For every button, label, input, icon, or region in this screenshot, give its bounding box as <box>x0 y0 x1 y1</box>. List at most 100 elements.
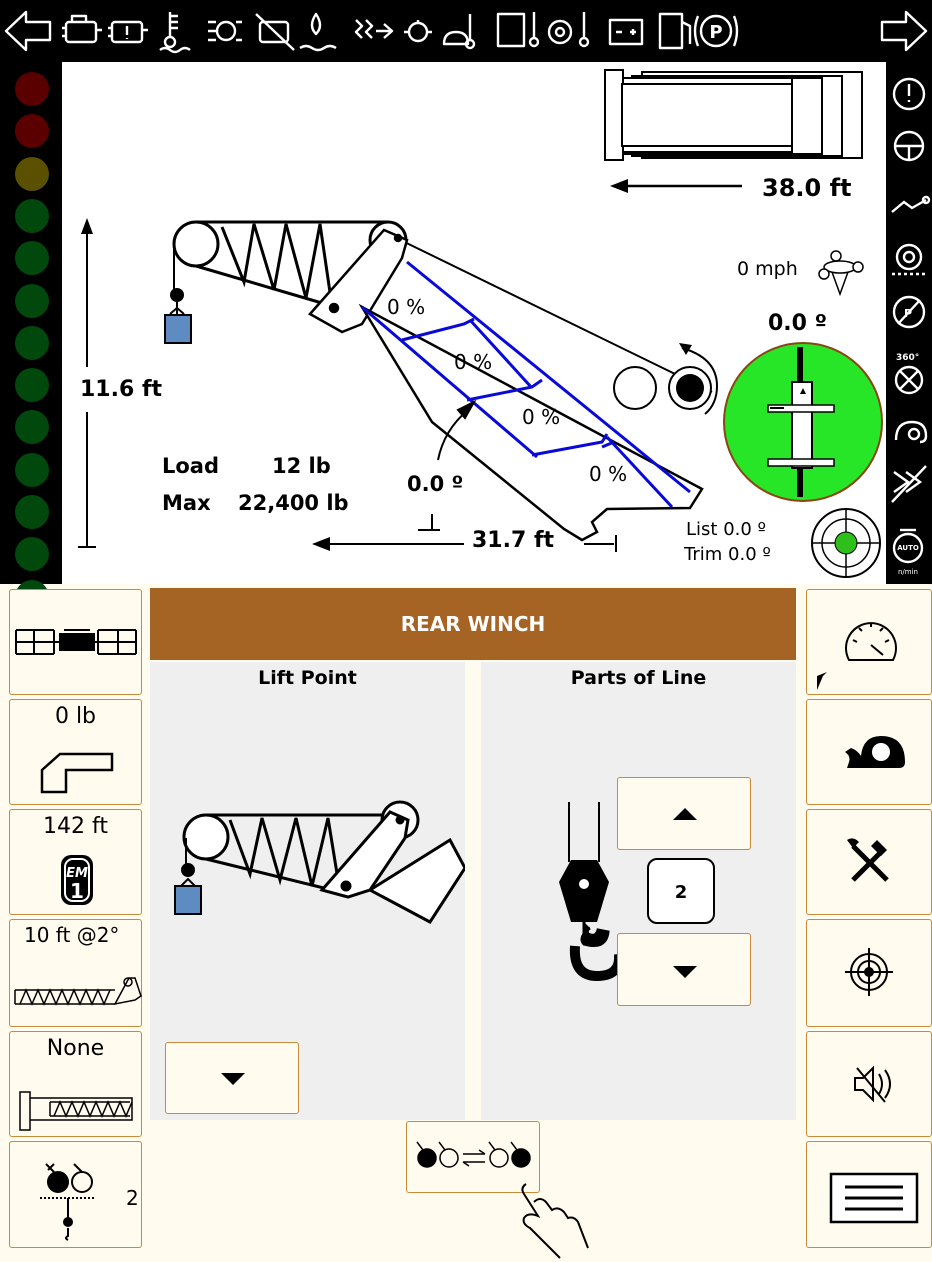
parts-decrease-button[interactable] <box>617 933 751 1006</box>
boom-angle-label: 0.0 º <box>407 472 464 496</box>
level-indicator <box>723 342 883 502</box>
touch-hand-icon <box>521 1183 589 1259</box>
left-arrow-icon[interactable] <box>4 10 52 52</box>
warning-lamp <box>15 495 49 529</box>
creep-speed-button[interactable] <box>806 699 932 805</box>
section-2-label: 0 % <box>454 350 493 374</box>
jib-button[interactable]: 10 ft @2° <box>9 919 142 1027</box>
creep-speed-icon <box>894 420 928 444</box>
status-bar: P <box>0 0 932 62</box>
section-4-label: 0 % <box>589 462 628 486</box>
svg-text:360°: 360° <box>896 353 919 363</box>
hydraulic-temp-icon <box>496 12 540 48</box>
winch-drums <box>613 343 719 415</box>
warning-lamp <box>15 114 49 149</box>
function-lockout-icon <box>891 465 927 503</box>
chevron-down-icon <box>221 1073 245 1085</box>
section-1-label: 0 % <box>387 295 426 319</box>
svg-text:1: 1 <box>70 879 84 903</box>
warning-lamp <box>15 156 49 191</box>
boom-insert-icon <box>19 1091 133 1131</box>
coolant-temp-icon <box>159 12 191 54</box>
height-label: 11.6 ft <box>80 377 163 402</box>
oil-temp-icon <box>442 14 476 50</box>
radius-top-label: 38.0 ft <box>762 174 852 202</box>
right-icon-strip: 360° P AUTO n/min <box>886 62 932 584</box>
section-3-label: 0 % <box>522 405 561 429</box>
warning-lamp <box>15 241 49 276</box>
boom-hook-icon <box>891 195 931 213</box>
em-1-icon: EM 1 <box>61 855 93 905</box>
tilt-target <box>811 508 881 578</box>
target-button[interactable] <box>806 919 932 1027</box>
list-value: 0.0 º <box>723 519 767 540</box>
warning-lamp <box>15 368 49 403</box>
oil-pressure-icon <box>404 20 432 43</box>
transmission-icon <box>208 20 242 42</box>
insert-button[interactable]: None <box>9 1031 142 1137</box>
load-label: Load <box>162 454 220 478</box>
target-icon <box>845 948 893 996</box>
outriggers-button[interactable] <box>9 589 142 695</box>
snail-icon <box>845 736 905 768</box>
radius-arrow-top <box>610 179 742 193</box>
engine-warning-icon <box>108 20 148 44</box>
slew-angle-label: 0.0 º <box>768 311 828 336</box>
alert-icon <box>892 77 926 111</box>
water-in-fuel-icon <box>299 12 337 52</box>
svg-text:P: P <box>904 307 912 320</box>
service-tools-button[interactable] <box>806 809 932 915</box>
tools-icon <box>847 838 889 882</box>
lift-point-jib-icon <box>174 800 465 924</box>
transmission-temp-icon <box>547 12 590 48</box>
trim-value: 0.0 º <box>728 544 771 565</box>
parts-of-line-title: Parts of Line <box>570 667 707 689</box>
list-label: List 0.0 º <box>686 519 767 540</box>
engine-off-icon <box>255 13 295 51</box>
load-button[interactable]: 0 lb <box>9 699 142 805</box>
counterweight-icon <box>604 69 863 161</box>
parts-count-value: 2 <box>647 858 715 924</box>
intake-heater-icon <box>354 19 394 39</box>
chevron-up-icon <box>673 808 697 820</box>
parts-of-line-panel: Parts of Line 2 <box>481 662 796 1120</box>
steering-icon <box>893 130 925 162</box>
menu-icon <box>829 1172 919 1224</box>
lift-point-panel: Lift Point <box>150 662 465 1120</box>
radius-bottom-label: 31.7 ft <box>472 528 555 553</box>
swing-disabled-icon <box>894 365 924 395</box>
warning-lamp <box>15 410 49 445</box>
crane-diagram: 38.0 ft 11.6 ft 0 mph 0.0 º 0 % 0 % 0 % … <box>62 62 886 584</box>
warning-lamp <box>15 72 49 106</box>
wind-speed-label: 0 mph <box>737 258 798 280</box>
trim-label: Trim 0.0 º <box>684 544 771 565</box>
warning-lamp <box>15 283 49 318</box>
warning-lamp <box>15 452 49 487</box>
parts-increase-button[interactable] <box>617 777 751 850</box>
hook-block <box>164 288 192 344</box>
battery-icon <box>608 18 644 46</box>
jib-lattice-icon <box>14 977 142 1006</box>
parts-of-line-button[interactable]: 2 <box>9 1141 142 1248</box>
chevron-down-icon <box>673 966 697 978</box>
mute-button[interactable] <box>806 1031 932 1137</box>
warning-lamp <box>15 537 49 572</box>
warning-lamp <box>15 198 49 233</box>
outriggers-icon <box>15 629 137 655</box>
warning-lamp-strip <box>0 62 62 614</box>
max-label: Max <box>162 491 211 515</box>
svg-text:P: P <box>709 22 722 43</box>
menu-button[interactable] <box>806 1141 932 1248</box>
svg-text:AUTO: AUTO <box>897 544 919 552</box>
warning-lamp <box>15 325 49 360</box>
right-arrow-icon[interactable] <box>880 10 928 52</box>
load-shape-icon <box>40 752 114 794</box>
em-button[interactable]: 142 ft EM 1 <box>9 809 142 915</box>
engine-icon <box>62 14 102 44</box>
load-value: 12 lb <box>272 454 331 478</box>
lift-point-title: Lift Point <box>258 667 357 689</box>
winch-header: REAR WINCH <box>150 588 796 660</box>
lift-point-dropdown-button[interactable] <box>165 1042 299 1114</box>
speed-button[interactable] <box>806 589 932 695</box>
fuel-icon <box>658 12 692 50</box>
